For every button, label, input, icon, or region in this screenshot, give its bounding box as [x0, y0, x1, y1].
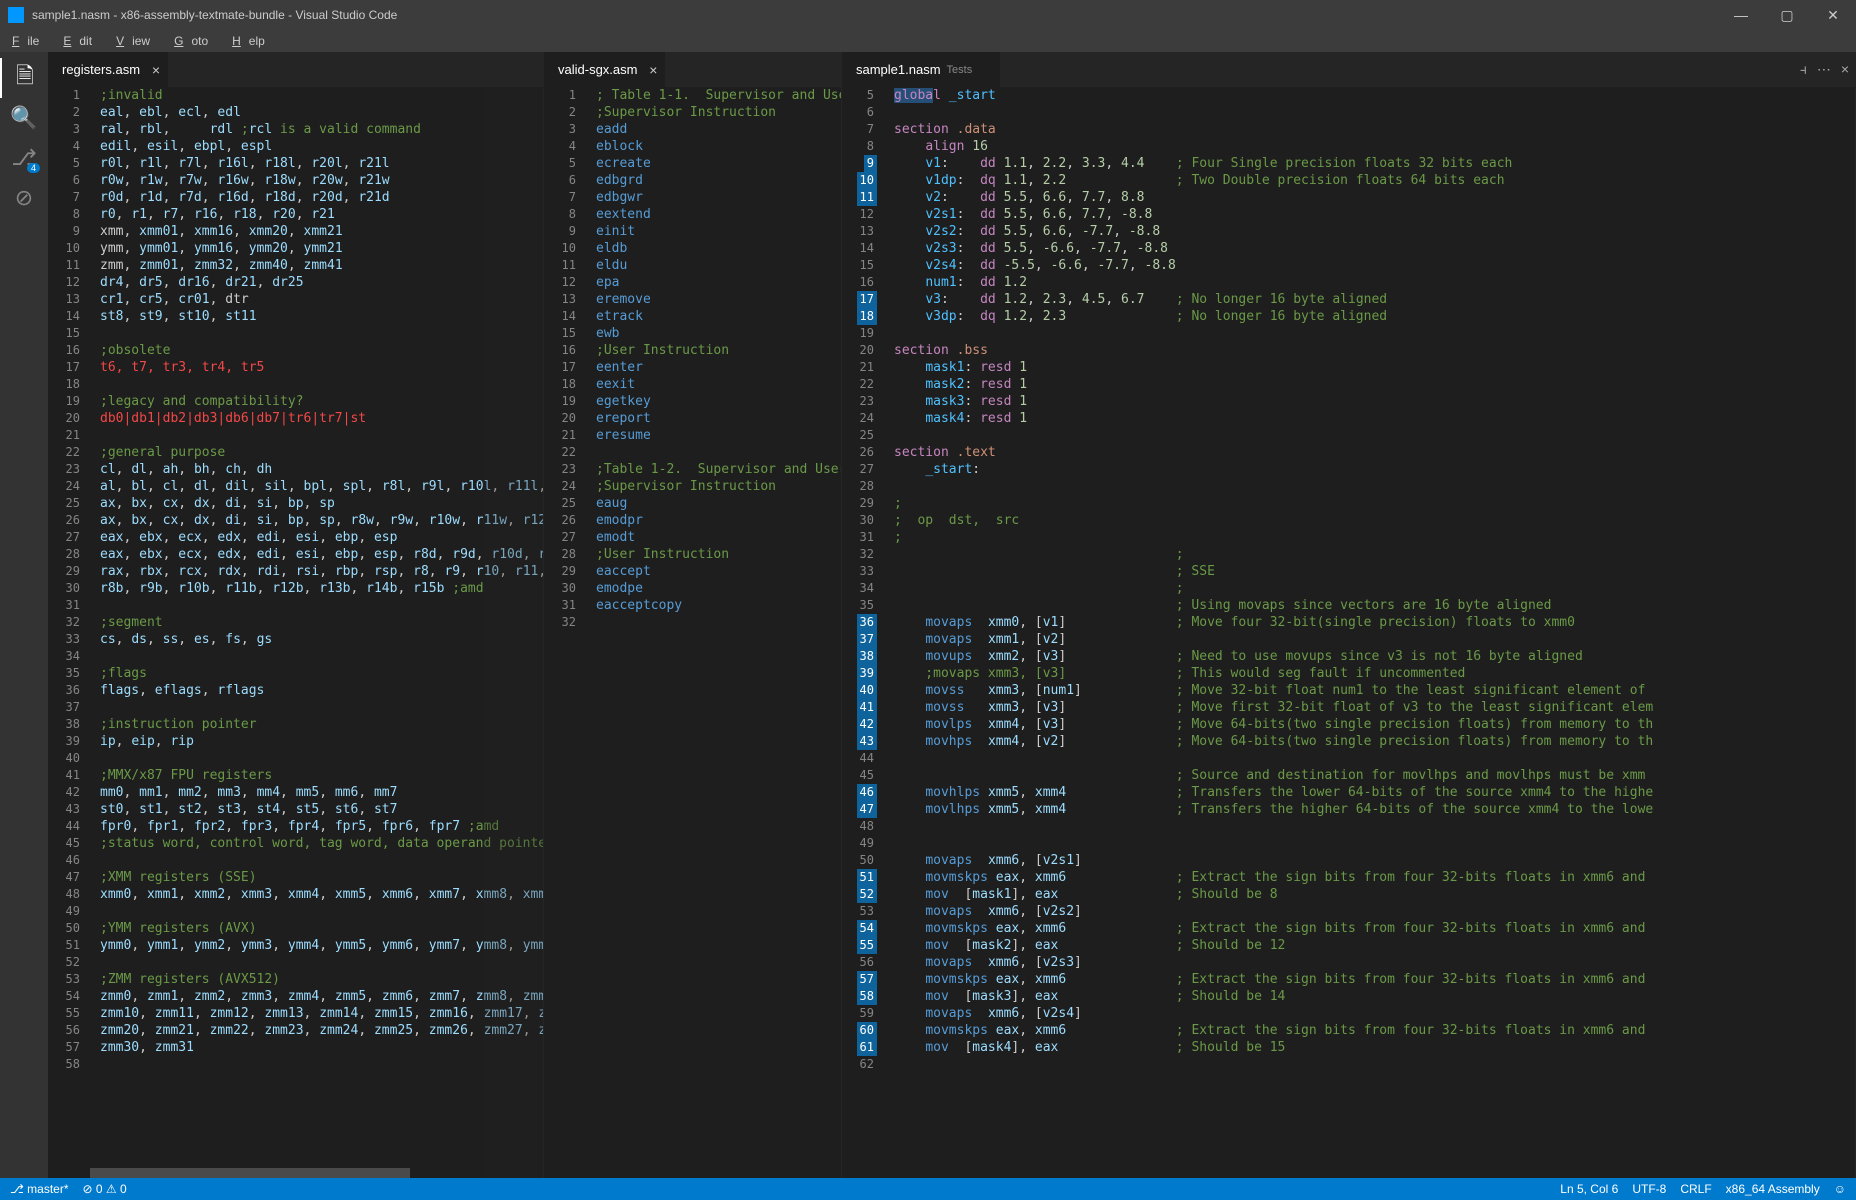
status-language[interactable]: x86_64 Assembly: [1726, 1182, 1820, 1196]
code-editor[interactable]: global _start section .data align 16 v1:…: [842, 87, 1855, 1178]
split-editor-icon[interactable]: ⫞: [1800, 61, 1807, 78]
tab-close-icon[interactable]: ×: [152, 62, 160, 78]
tab-bar: sample1.nasm Tests ⫞ ⋯ ×: [842, 52, 1855, 87]
status-eol[interactable]: CRLF: [1680, 1182, 1711, 1196]
tab-sublabel: Tests: [947, 64, 973, 76]
activity-git-icon[interactable]: ⎇4: [0, 138, 48, 178]
editor-group-0: registers.asm × 1 2 3 4 5 6 7 8 9 10 11 …: [48, 52, 544, 1178]
status-branch[interactable]: ⎇ master*: [10, 1182, 69, 1196]
menu-bar: File Edit View Goto Help: [0, 30, 1856, 52]
menu-edit[interactable]: Edit: [55, 32, 108, 50]
tab-bar: registers.asm ×: [48, 52, 543, 87]
window-title: sample1.nasm - x86-assembly-textmate-bun…: [32, 8, 1718, 22]
status-cursor[interactable]: Ln 5, Col 6: [1560, 1182, 1618, 1196]
tab-valid-sgx-asm[interactable]: valid-sgx.asm ×: [544, 52, 665, 87]
tab-label: valid-sgx.asm: [558, 62, 637, 77]
minimap[interactable]: [483, 87, 543, 1178]
tab-close-icon[interactable]: ×: [649, 62, 657, 78]
activity-search-icon[interactable]: 🔍: [0, 98, 48, 138]
menu-view[interactable]: View: [108, 32, 166, 50]
status-feedback-icon[interactable]: ☺: [1834, 1182, 1846, 1196]
status-problems[interactable]: ⊘ 0 ⚠ 0: [83, 1182, 127, 1196]
tab-close-icon[interactable]: ×: [1841, 61, 1849, 78]
git-changes-badge: 4: [27, 163, 40, 173]
maximize-button[interactable]: ▢: [1764, 0, 1810, 30]
activity-debug-icon[interactable]: ⊘: [0, 178, 48, 218]
horizontal-scrollbar[interactable]: [90, 1168, 483, 1178]
vscode-logo-icon: [8, 7, 24, 23]
menu-file[interactable]: File: [4, 32, 55, 50]
tab-registers-asm[interactable]: registers.asm ×: [48, 52, 168, 87]
tab-label: sample1.nasm: [856, 62, 941, 77]
menu-help[interactable]: Help: [224, 32, 281, 50]
code-editor[interactable]: ;invalid eal, ebl, ecl, edl ral, rbl, rd…: [48, 87, 543, 1178]
title-bar: sample1.nasm - x86-assembly-textmate-bun…: [0, 0, 1856, 30]
activity-explorer-icon[interactable]: 🗎: [0, 58, 48, 98]
editor-group-1: valid-sgx.asm × 1 2 3 4 5 6 7 8 9 10 11 …: [544, 52, 842, 1178]
tab-bar: valid-sgx.asm ×: [544, 52, 841, 87]
activity-bar: 🗎 🔍 ⎇4 ⊘: [0, 52, 48, 1178]
close-button[interactable]: ✕: [1810, 0, 1856, 30]
editor-group-2: sample1.nasm Tests ⫞ ⋯ × 5 6 7 8 9 10 11…: [842, 52, 1856, 1178]
menu-goto[interactable]: Goto: [166, 32, 224, 50]
minimize-button[interactable]: —: [1718, 0, 1764, 30]
more-actions-icon[interactable]: ⋯: [1817, 61, 1831, 78]
status-encoding[interactable]: UTF-8: [1632, 1182, 1666, 1196]
code-editor[interactable]: ; Table 1-1. Supervisor and User Mode En…: [544, 87, 841, 1178]
tab-sample1-nasm[interactable]: sample1.nasm Tests: [842, 52, 1000, 87]
editor-area: registers.asm × 1 2 3 4 5 6 7 8 9 10 11 …: [48, 52, 1856, 1178]
tab-label: registers.asm: [62, 62, 140, 77]
status-bar: ⎇ master* ⊘ 0 ⚠ 0 Ln 5, Col 6 UTF-8 CRLF…: [0, 1178, 1856, 1200]
